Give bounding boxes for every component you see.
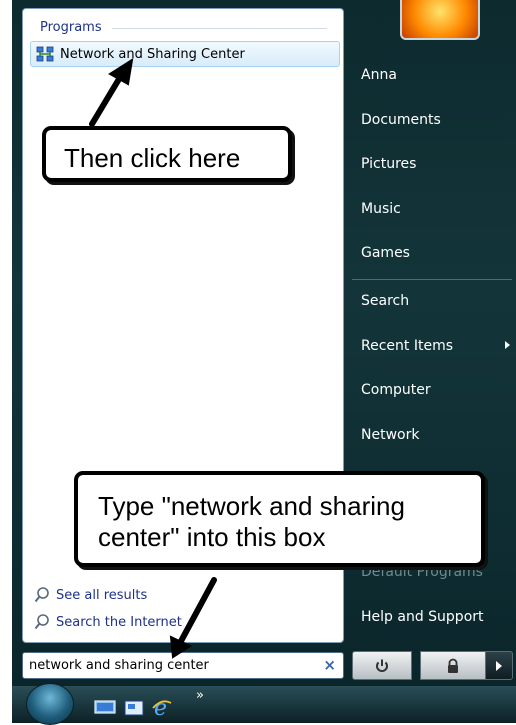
user-picture[interactable] xyxy=(400,0,480,40)
lock-icon xyxy=(448,658,458,673)
switch-windows-icon[interactable] xyxy=(124,700,144,716)
right-item-network[interactable]: Network xyxy=(361,427,419,443)
right-item-pictures[interactable]: Pictures xyxy=(361,156,416,172)
right-item-computer[interactable]: Computer xyxy=(361,382,431,398)
search-internet-label: Search the Internet xyxy=(56,614,182,630)
callout-then-click-here: Then click here xyxy=(42,126,292,182)
power-icon xyxy=(376,659,388,672)
shutdown-options-button[interactable] xyxy=(485,651,513,680)
submenu-arrow-icon xyxy=(505,341,510,349)
show-desktop-icon[interactable] xyxy=(94,700,116,716)
right-item-documents[interactable]: Documents xyxy=(361,112,441,128)
right-item-help-and-support[interactable]: Help and Support xyxy=(361,609,484,625)
internet-explorer-icon[interactable]: e xyxy=(151,696,173,718)
right-item-anna[interactable]: Anna xyxy=(361,67,397,83)
arrow-right-icon xyxy=(496,660,502,671)
network-icon xyxy=(36,46,54,62)
power-button[interactable] xyxy=(352,651,412,680)
search-icon xyxy=(34,614,49,630)
lock-button[interactable] xyxy=(420,651,486,680)
start-search-input[interactable] xyxy=(29,656,309,674)
right-item-music[interactable]: Music xyxy=(361,201,401,217)
svg-text:e: e xyxy=(154,696,167,718)
see-all-results-link[interactable]: See all results xyxy=(34,586,147,604)
taskbar xyxy=(12,686,516,723)
see-all-results-label: See all results xyxy=(56,587,148,603)
program-result-label: Network and Sharing Center xyxy=(60,46,245,62)
search-internet-link[interactable]: Search the Internet xyxy=(34,613,182,631)
start-search-box[interactable]: × xyxy=(22,652,344,679)
clear-search-icon[interactable]: × xyxy=(323,656,336,674)
right-item-search[interactable]: Search xyxy=(361,293,409,309)
programs-divider xyxy=(112,28,327,29)
program-result-network-sharing-center[interactable]: Network and Sharing Center xyxy=(30,41,340,67)
callout-type-search: Type "network and sharing center" into t… xyxy=(74,471,485,567)
right-item-games[interactable]: Games xyxy=(361,245,410,261)
start-orb[interactable] xyxy=(26,683,74,725)
search-icon xyxy=(34,587,49,603)
taskbar-overflow-chevron[interactable]: » xyxy=(196,688,204,703)
right-item-recent-items[interactable]: Recent Items xyxy=(361,338,453,354)
right-pane-separator xyxy=(352,279,512,280)
programs-header: Programs xyxy=(40,20,102,35)
